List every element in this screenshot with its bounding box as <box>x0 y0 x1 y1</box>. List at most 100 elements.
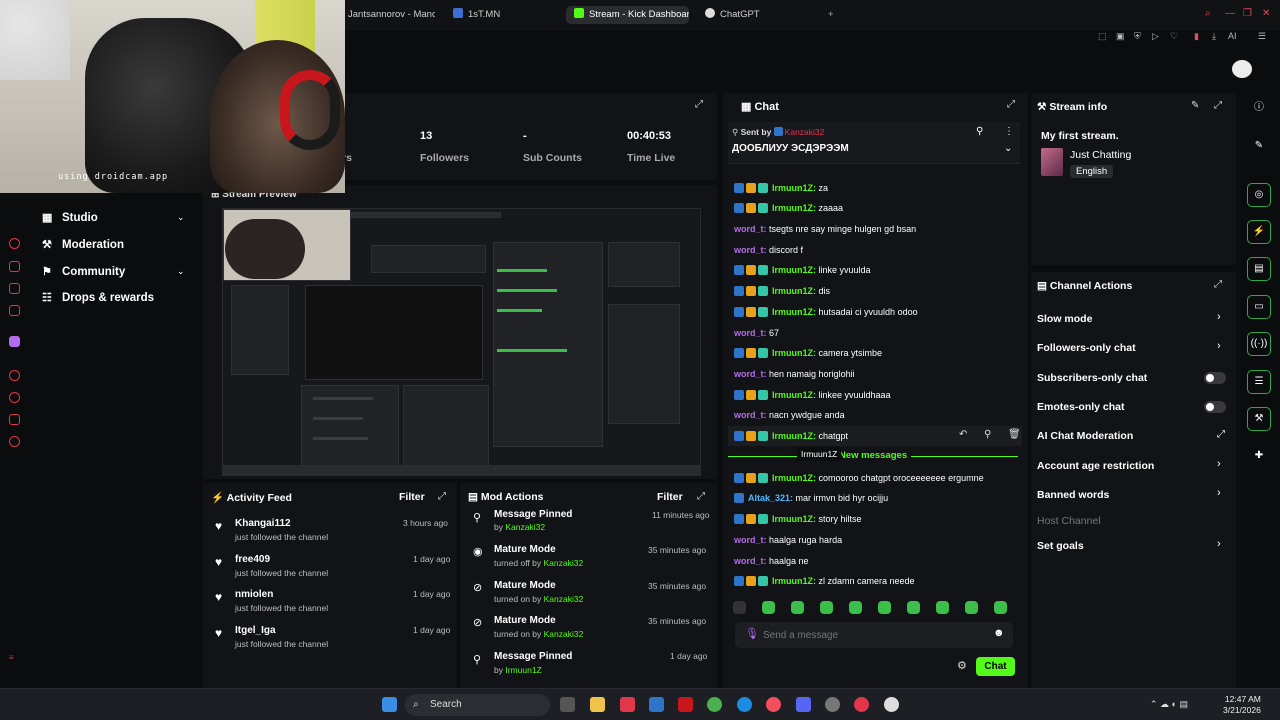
rail-icon-expand[interactable]: ≡ <box>9 653 20 664</box>
store-icon[interactable] <box>649 697 664 712</box>
chat-message[interactable]: Irmuun1Z: dis <box>734 286 830 298</box>
expand-icon[interactable]: ⤢ <box>697 491 705 502</box>
emote-icon[interactable] <box>878 601 891 614</box>
system-tray-icons[interactable]: ⌃ ☁ ◐ ▤ <box>1150 699 1188 710</box>
chat-message[interactable]: Irmuun1Z: linke yvuulda <box>734 265 871 277</box>
emote-icon[interactable] <box>791 601 804 614</box>
chevron-down-icon[interactable]: ⌄ <box>177 266 185 277</box>
category-name[interactable]: Just Chatting <box>1070 149 1131 161</box>
chat-username[interactable]: Irmuun1Z: <box>772 348 816 358</box>
search-icon[interactable]: ⌕ <box>1205 8 1211 19</box>
delete-icon[interactable]: 🗑 <box>1008 429 1021 440</box>
rail-icon-link[interactable] <box>9 414 20 425</box>
chat-message[interactable]: Irmuun1Z: za <box>734 183 828 195</box>
chat-message[interactable]: Irmuun1Z: story hiltse <box>734 514 862 526</box>
followers-only-chat[interactable]: Followers-only chat <box>1037 342 1136 354</box>
pinned-user[interactable]: Kanzaki32 <box>785 127 825 137</box>
chevron-down-icon[interactable]: ⌄ <box>1004 143 1012 154</box>
tab-chatgpt[interactable]: ChatGPT <box>697 6 812 24</box>
rail-icon-discord[interactable] <box>9 305 20 316</box>
chat-message[interactable]: Irmuun1Z: camera ytsimbe <box>734 348 882 360</box>
gear-icon[interactable]: ⚙ <box>957 659 967 672</box>
play-icon[interactable]: ▷ <box>1152 31 1159 42</box>
profile-avatar[interactable] <box>1232 60 1252 78</box>
stream-preview-video[interactable] <box>222 208 701 476</box>
microphone-icon[interactable]: 🎙 <box>745 627 759 640</box>
chat-username[interactable]: word_t: <box>734 535 767 545</box>
emotes-only-toggle[interactable] <box>1204 401 1226 413</box>
chat-username[interactable]: Altak_321: <box>748 493 793 503</box>
app-icon[interactable] <box>884 697 899 712</box>
chat-username[interactable]: Irmuun1Z: <box>772 265 816 275</box>
mod-user[interactable]: Kanzaki32 <box>543 558 583 568</box>
maximize-icon[interactable]: ❐ <box>1243 8 1252 19</box>
chat-username[interactable]: word_t: <box>734 369 767 379</box>
rail-icon-twitch[interactable] <box>9 336 20 347</box>
emote-icon[interactable] <box>820 601 833 614</box>
chat-message[interactable]: Irmuun1Z: linkee yvuuldhaaa <box>734 390 891 402</box>
camera-icon[interactable]: ◎ <box>1247 183 1271 207</box>
taskbar-clock[interactable]: 12:47 AM 3/21/2026 <box>1223 694 1261 716</box>
chat-username[interactable]: Irmuun1Z: <box>772 473 816 483</box>
chat-message[interactable]: Altak_321: mar irmvn bid hyr ocijju <box>734 493 888 505</box>
chevron-right-icon[interactable]: › <box>1217 487 1221 499</box>
tab-jantsannorov[interactable]: Jantsannorov - Mand... <box>340 6 435 24</box>
set-goals[interactable]: Set goals <box>1037 540 1084 552</box>
chat-username[interactable]: Irmuun1Z: <box>772 431 816 441</box>
send-chat-button[interactable]: Chat <box>976 657 1015 676</box>
chat-message[interactable]: word_t: haalga ruga harda <box>734 535 842 545</box>
follower-name[interactable]: nmiolen <box>235 589 273 600</box>
taskbar-search[interactable]: ⌕ Search <box>405 694 550 716</box>
close-icon[interactable]: ✕ <box>1262 8 1270 19</box>
tab-1st-mn[interactable]: 1sT.MN <box>445 6 555 24</box>
unpin-icon[interactable]: ⚲ <box>976 126 983 137</box>
chat-username[interactable]: Irmuun1Z: <box>772 203 816 213</box>
emote-icon[interactable] <box>849 601 862 614</box>
activity-filter-button[interactable]: Filter <box>399 491 425 503</box>
sidebar-item-studio[interactable]: ▦ Studio <box>42 211 98 224</box>
opera-gx-icon[interactable] <box>766 697 781 712</box>
chat-username[interactable]: Irmuun1Z: <box>772 183 816 193</box>
rail-icon-gift[interactable] <box>9 283 20 294</box>
chat-username[interactable]: Irmuun1Z: <box>772 307 816 317</box>
browser-ai-button[interactable]: AI <box>1228 31 1237 41</box>
chat-message[interactable]: word_t: haalga ne <box>734 556 809 566</box>
tools-icon[interactable]: ⚒ <box>1247 407 1271 431</box>
mod-user[interactable]: Kanzaki32 <box>544 594 584 604</box>
mod-user[interactable]: Irmuun1Z <box>505 665 541 675</box>
sidebar-item-moderation[interactable]: ⚒ Moderation <box>42 238 124 251</box>
more-icon[interactable]: ⋮ <box>1004 126 1014 137</box>
mod-user[interactable]: Kanzaki32 <box>544 629 584 639</box>
expand-icon[interactable]: ⤢ <box>1214 279 1222 290</box>
clipboard-icon[interactable]: ▤ <box>1247 257 1271 281</box>
category-thumbnail[interactable] <box>1041 148 1063 176</box>
rail-icon-target[interactable] <box>9 370 20 381</box>
chat-input-box[interactable]: 🎙 ☻ <box>735 622 1013 648</box>
chat-username[interactable]: Irmuun1Z: <box>772 390 816 400</box>
windows-start-icon[interactable] <box>382 697 397 712</box>
rail-icon-chat[interactable] <box>9 261 20 272</box>
new-messages-label[interactable]: New messages <box>835 450 912 461</box>
menu-icon[interactable]: ☰ <box>1258 31 1266 42</box>
new-tab-button[interactable]: + <box>820 6 840 24</box>
chat-message[interactable]: Irmuun1Z: comooroo chatgpt oroceeeeeee e… <box>734 473 984 485</box>
lightning-icon[interactable]: ⚡ <box>1247 220 1271 244</box>
rail-icon-settings[interactable] <box>9 436 20 447</box>
shield-icon[interactable]: ⛨ <box>1134 31 1141 42</box>
edit-icon[interactable]: ✎ <box>1191 100 1199 111</box>
minimize-icon[interactable]: — <box>1225 8 1235 19</box>
pinned-message[interactable]: ⚲ Sent by Kanzaki32 ДООБЛИУУ ЭСДЭРЭЭМ ⚲ … <box>728 122 1020 164</box>
chevron-right-icon[interactable]: › <box>1217 311 1221 323</box>
task-view-icon[interactable] <box>560 697 575 712</box>
emote-icon[interactable] <box>907 601 920 614</box>
banned-words[interactable]: Banned words <box>1037 489 1109 501</box>
chevron-right-icon[interactable]: › <box>1217 458 1221 470</box>
chat-username[interactable]: Irmuun1Z: <box>772 286 816 296</box>
rail-icon-clock[interactable] <box>9 392 20 403</box>
opera-icon[interactable] <box>854 697 869 712</box>
chat-username[interactable]: word_t: <box>734 410 767 420</box>
external-link-icon[interactable]: ⤢ <box>1217 429 1225 440</box>
chevron-right-icon[interactable]: › <box>1217 538 1221 550</box>
edge-icon[interactable] <box>737 697 752 712</box>
info-icon[interactable]: ⓘ <box>1247 97 1271 121</box>
